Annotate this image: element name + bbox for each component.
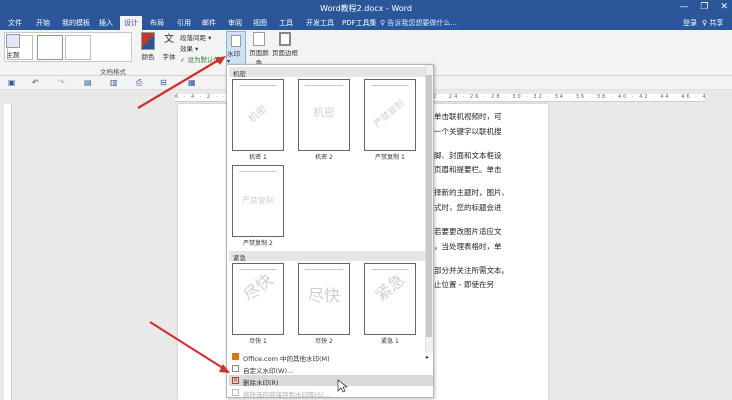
mouse-cursor-icon — [337, 379, 348, 393]
annotation-arrows — [137, 56, 348, 393]
arrow-to-watermark — [137, 57, 223, 109]
arrow-to-remove — [149, 321, 227, 371]
